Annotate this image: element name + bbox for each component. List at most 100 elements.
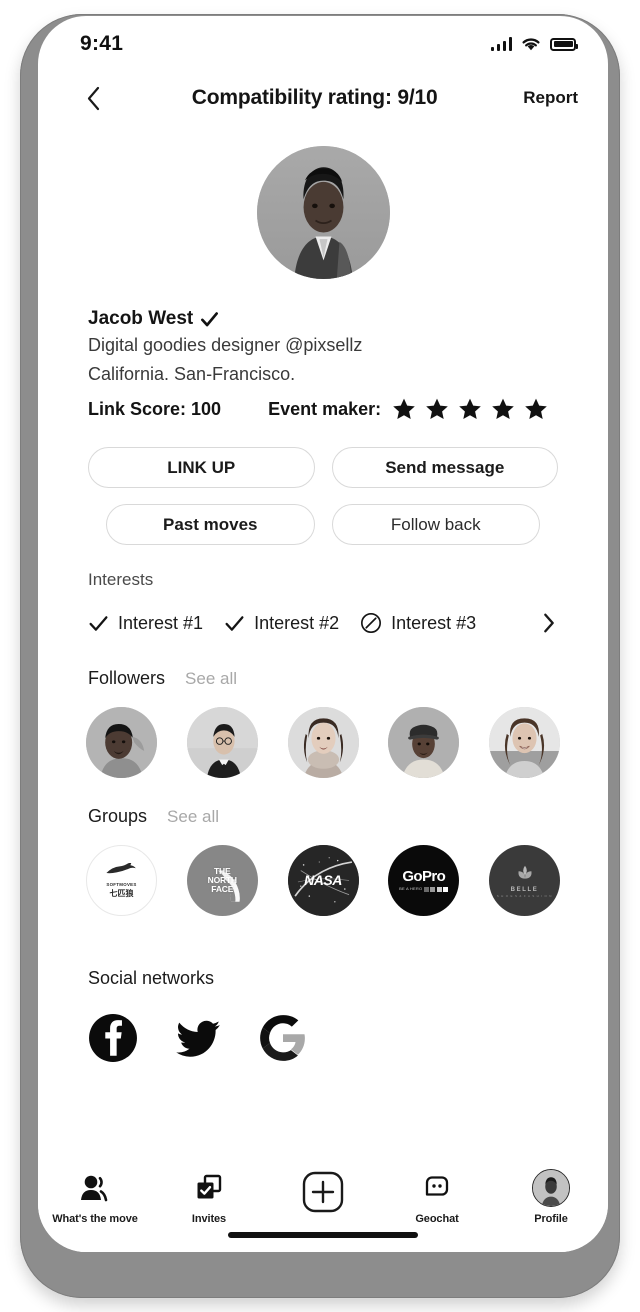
interests-section: Interests Interest #1 Interest #2 Intere… <box>38 570 608 634</box>
profile-photo[interactable] <box>256 146 390 279</box>
tab-label: Geochat <box>415 1213 459 1225</box>
profile-stats-row: Link Score: 100 Event maker: <box>88 397 558 421</box>
tab-label: Invites <box>191 1213 227 1225</box>
followers-header: Followers See all <box>38 668 608 689</box>
belle-logo <box>517 865 532 879</box>
signal-bars-icon <box>490 37 512 51</box>
facebook-icon[interactable] <box>88 1013 138 1063</box>
group-north-face[interactable]: THE NORTH FACE <box>186 845 258 917</box>
event-maker-label: Event maker: <box>268 398 382 419</box>
follower-avatar-2[interactable] <box>186 707 258 779</box>
action-buttons: LINK UP Send message Past moves Follow b… <box>38 421 608 546</box>
twitter-icon[interactable] <box>173 1013 223 1063</box>
follower-avatar-image <box>186 707 258 779</box>
group-belle[interactable]: BELLE S H O E S & F A S H I O N <box>489 845 560 917</box>
social-title: Social networks <box>88 968 215 989</box>
interest-label: Interest #3 <box>391 612 477 633</box>
groups-header: Groups See all <box>38 806 608 827</box>
tab-geochat[interactable]: Geochat <box>380 1170 494 1225</box>
follower-avatar-4[interactable] <box>388 707 460 779</box>
follow-back-button[interactable]: Follow back <box>331 504 540 546</box>
profile-bio-line-1: Digital goodies designer @pixsellz <box>88 335 363 355</box>
screenshot-root: 9:41 Compatibility rating: 9/10 Report J… <box>0 0 640 1312</box>
follower-avatar-1[interactable] <box>86 707 157 779</box>
event-maker-group: Event maker: <box>268 397 548 421</box>
people-icon <box>81 1175 108 1202</box>
followers-section: Followers See all <box>38 668 608 779</box>
belle-name: BELLE <box>510 886 539 893</box>
softmoves-name: SOFTMOVES <box>106 881 137 887</box>
groups-see-all[interactable]: See all <box>167 807 219 827</box>
group-softmoves[interactable]: SOFTMOVES 七匹狼 <box>86 845 157 917</box>
navigation-header: Compatibility rating: 9/10 Report <box>38 72 608 124</box>
star-filled-icon <box>492 398 514 420</box>
interest-item-3[interactable]: Interest #3 <box>360 612 476 634</box>
follower-avatar-image <box>287 707 359 779</box>
facebook-glyph <box>89 1014 137 1063</box>
north-face-name: THE NORTH FACE <box>207 866 237 895</box>
interest-item-1[interactable]: Interest #1 <box>88 613 203 634</box>
star-filled-icon <box>459 398 481 420</box>
check-icon <box>225 615 244 631</box>
status-time: 9:41 <box>80 32 124 55</box>
home-indicator <box>228 1232 418 1238</box>
interests-title: Interests <box>88 570 154 590</box>
chevron-right-icon[interactable] <box>540 612 558 634</box>
interest-label: Interest #1 <box>118 612 204 633</box>
tab-add[interactable] <box>266 1170 380 1220</box>
back-button[interactable] <box>80 85 106 111</box>
profile-content: Jacob West Digital goodies designer @pix… <box>38 124 608 1154</box>
follower-avatar-image <box>388 707 460 779</box>
follower-avatar-5[interactable] <box>489 707 560 779</box>
profile-info: Jacob West Digital goodies designer @pix… <box>38 279 608 421</box>
tab-label: Profile <box>534 1213 568 1225</box>
send-message-button[interactable]: Send message <box>331 447 558 489</box>
gopro-logo: GoPro BE A HERO <box>399 868 449 892</box>
gopro-name: GoPro <box>402 868 446 886</box>
groups-title: Groups <box>88 806 148 827</box>
star-filled-icon <box>426 398 448 420</box>
profile-name: Jacob West <box>88 308 194 329</box>
follower-avatar-image <box>489 707 560 779</box>
social-section: Social networks <box>38 968 608 1063</box>
chat-bubble-icon <box>425 1176 449 1196</box>
check-icon <box>89 615 108 631</box>
plus-square-icon <box>302 1171 344 1212</box>
status-bar: 9:41 <box>38 16 608 72</box>
profile-photo-image <box>256 146 390 279</box>
page-title: Compatibility rating: 9/10 <box>191 86 438 109</box>
google-glyph <box>260 1015 305 1062</box>
group-gopro[interactable]: GoPro BE A HERO <box>388 845 460 917</box>
status-indicators <box>490 37 578 52</box>
report-button[interactable]: Report <box>523 88 578 108</box>
follower-avatar-3[interactable] <box>287 707 359 779</box>
action-row-secondary: Past moves Follow back <box>88 504 558 546</box>
profile-avatar-icon <box>532 1169 570 1207</box>
action-row-primary: LINK UP Send message <box>88 447 558 489</box>
star-filled-icon <box>525 398 547 420</box>
battery-full-icon <box>550 37 578 51</box>
star-filled-icon <box>393 398 415 420</box>
softmoves-subname: 七匹狼 <box>109 888 134 898</box>
verified-check-icon <box>201 311 219 326</box>
link-up-button[interactable]: LINK UP <box>88 447 315 489</box>
interest-item-2[interactable]: Interest #2 <box>224 613 339 634</box>
followers-title: Followers <box>88 668 166 689</box>
tab-profile[interactable]: Profile <box>494 1169 608 1225</box>
past-moves-button[interactable]: Past moves <box>106 504 315 546</box>
phone-screen: 9:41 Compatibility rating: 9/10 Report J… <box>38 16 608 1252</box>
followers-see-all[interactable]: See all <box>185 669 237 689</box>
interests-list: Interest #1 Interest #2 Interest #3 <box>88 612 558 634</box>
event-maker-rating <box>392 397 548 421</box>
tab-label: What's the move <box>52 1213 138 1225</box>
belle-tagline: S H O E S & F A S H I O N <box>496 894 553 899</box>
group-nasa[interactable]: NASA <box>287 845 359 917</box>
link-score: Link Score: 100 <box>88 398 222 419</box>
nasa-name: NASA <box>304 872 342 889</box>
gopro-tagline: BE A HERO <box>399 886 423 892</box>
tab-whats-the-move[interactable]: What's the move <box>38 1170 152 1225</box>
tab-invites[interactable]: Invites <box>152 1170 266 1225</box>
softmoves-horse-icon <box>105 862 136 874</box>
google-icon[interactable] <box>258 1013 308 1063</box>
softmoves-logo: SOFTMOVES 七匹狼 <box>104 862 140 898</box>
